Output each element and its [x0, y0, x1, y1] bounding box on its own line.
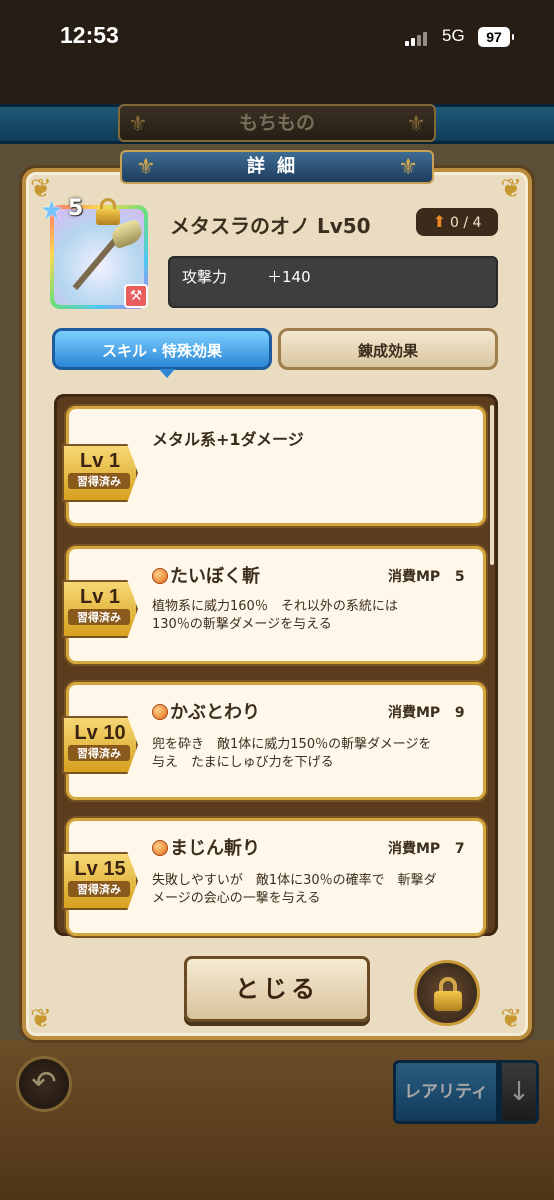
- star-icon: ★: [40, 196, 64, 226]
- status-time: 12:53: [60, 22, 119, 48]
- up-arrow-icon: ⬆: [432, 212, 446, 231]
- close-button[interactable]: とじる: [184, 956, 370, 1022]
- learned-label: 習得済み: [68, 745, 130, 761]
- mp-cost: 消費MP 5: [388, 569, 465, 585]
- upgrade-count: 0 / 4: [449, 215, 482, 231]
- battery-indicator: 97: [478, 27, 514, 47]
- corner-ornament-icon: ❦: [500, 1004, 522, 1034]
- level-tag: Lv 1 習得済み: [62, 444, 138, 502]
- lock-button[interactable]: [414, 960, 480, 1026]
- learned-label: 習得済み: [68, 609, 130, 625]
- skill-name: まじん斬り: [152, 834, 260, 860]
- level-tag: Lv 1 習得済み: [62, 580, 138, 638]
- skill-orb-icon: [152, 840, 168, 856]
- skill-description: 失敗しやすいが 敵1体に30％の確率で 斬撃ダ メージの会心の一撃を与える: [152, 873, 437, 906]
- skill-name: かぶとわり: [152, 698, 260, 724]
- upgrade-count-badge[interactable]: ⬆ 0 / 4: [416, 208, 498, 236]
- scrollbar[interactable]: [490, 405, 494, 565]
- lock-icon: [96, 198, 120, 225]
- level-label: Lv 1: [79, 586, 121, 608]
- level-tag: Lv 15 習得済み: [62, 852, 138, 910]
- skill-orb-icon: [152, 568, 168, 584]
- network-type: 5G: [442, 26, 465, 45]
- signal-icon: [405, 30, 435, 46]
- stat-value: ＋140: [267, 268, 311, 286]
- mp-cost: 消費MP 9: [388, 705, 465, 721]
- axe-type-icon: ⚒: [124, 284, 148, 308]
- star-count: 5: [68, 196, 84, 221]
- learned-label: 習得済み: [68, 881, 130, 897]
- level-label: Lv 15: [74, 858, 126, 880]
- corner-ornament-icon: ❦: [30, 1004, 52, 1034]
- level-tag: Lv 10 習得済み: [62, 716, 138, 774]
- corner-ornament-icon: ❦: [500, 174, 522, 204]
- status-bar: 12:53 5G 97: [0, 0, 554, 80]
- skill-name: たいぼく斬: [152, 562, 260, 588]
- learned-label: 習得済み: [68, 473, 130, 489]
- mp-cost: 消費MP 7: [388, 841, 465, 857]
- skill-orb-icon: [152, 704, 168, 720]
- item-name: メタスラのオノ Lv50: [170, 214, 371, 238]
- skill-description: 植物系に威力160％ それ以外の系統には 130％の斬撃ダメージを与える: [152, 599, 398, 632]
- level-label: Lv 1: [79, 450, 121, 472]
- stat-box: 攻撃力 ＋140: [168, 256, 498, 308]
- dialog-title: 詳細: [120, 150, 434, 184]
- tab-skills[interactable]: スキル・特殊効果: [52, 328, 272, 378]
- tab-refinement[interactable]: 錬成効果: [278, 328, 498, 370]
- level-label: Lv 10: [74, 722, 126, 744]
- stat-label: 攻撃力: [182, 268, 228, 286]
- skill-description: 兜を砕き 敵1体に威力150％の斬撃ダメージを 与え たまにしゅび力を下げる: [152, 737, 432, 770]
- skill-name: メタル系+1ダメージ: [152, 430, 304, 449]
